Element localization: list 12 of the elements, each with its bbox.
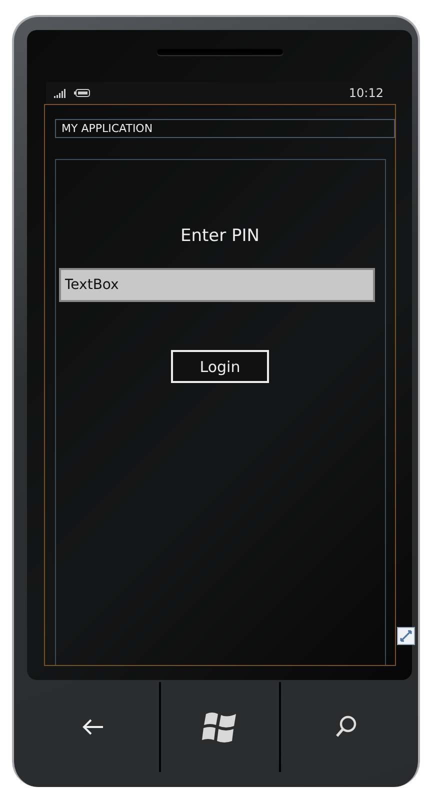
login-button[interactable]: Login xyxy=(171,350,269,383)
status-time: 10:12 xyxy=(348,86,384,100)
resize-icon[interactable] xyxy=(397,627,415,645)
pin-field[interactable]: TextBox xyxy=(58,268,374,302)
search-icon xyxy=(335,715,358,739)
start-button[interactable] xyxy=(158,682,280,772)
app-title: MY APPLICATION xyxy=(54,119,394,138)
windows-flag-icon xyxy=(202,710,238,744)
back-arrow-icon xyxy=(82,719,104,735)
signal-icon xyxy=(54,88,66,98)
page-heading: Enter PIN xyxy=(180,226,260,246)
battery-icon xyxy=(74,89,90,97)
